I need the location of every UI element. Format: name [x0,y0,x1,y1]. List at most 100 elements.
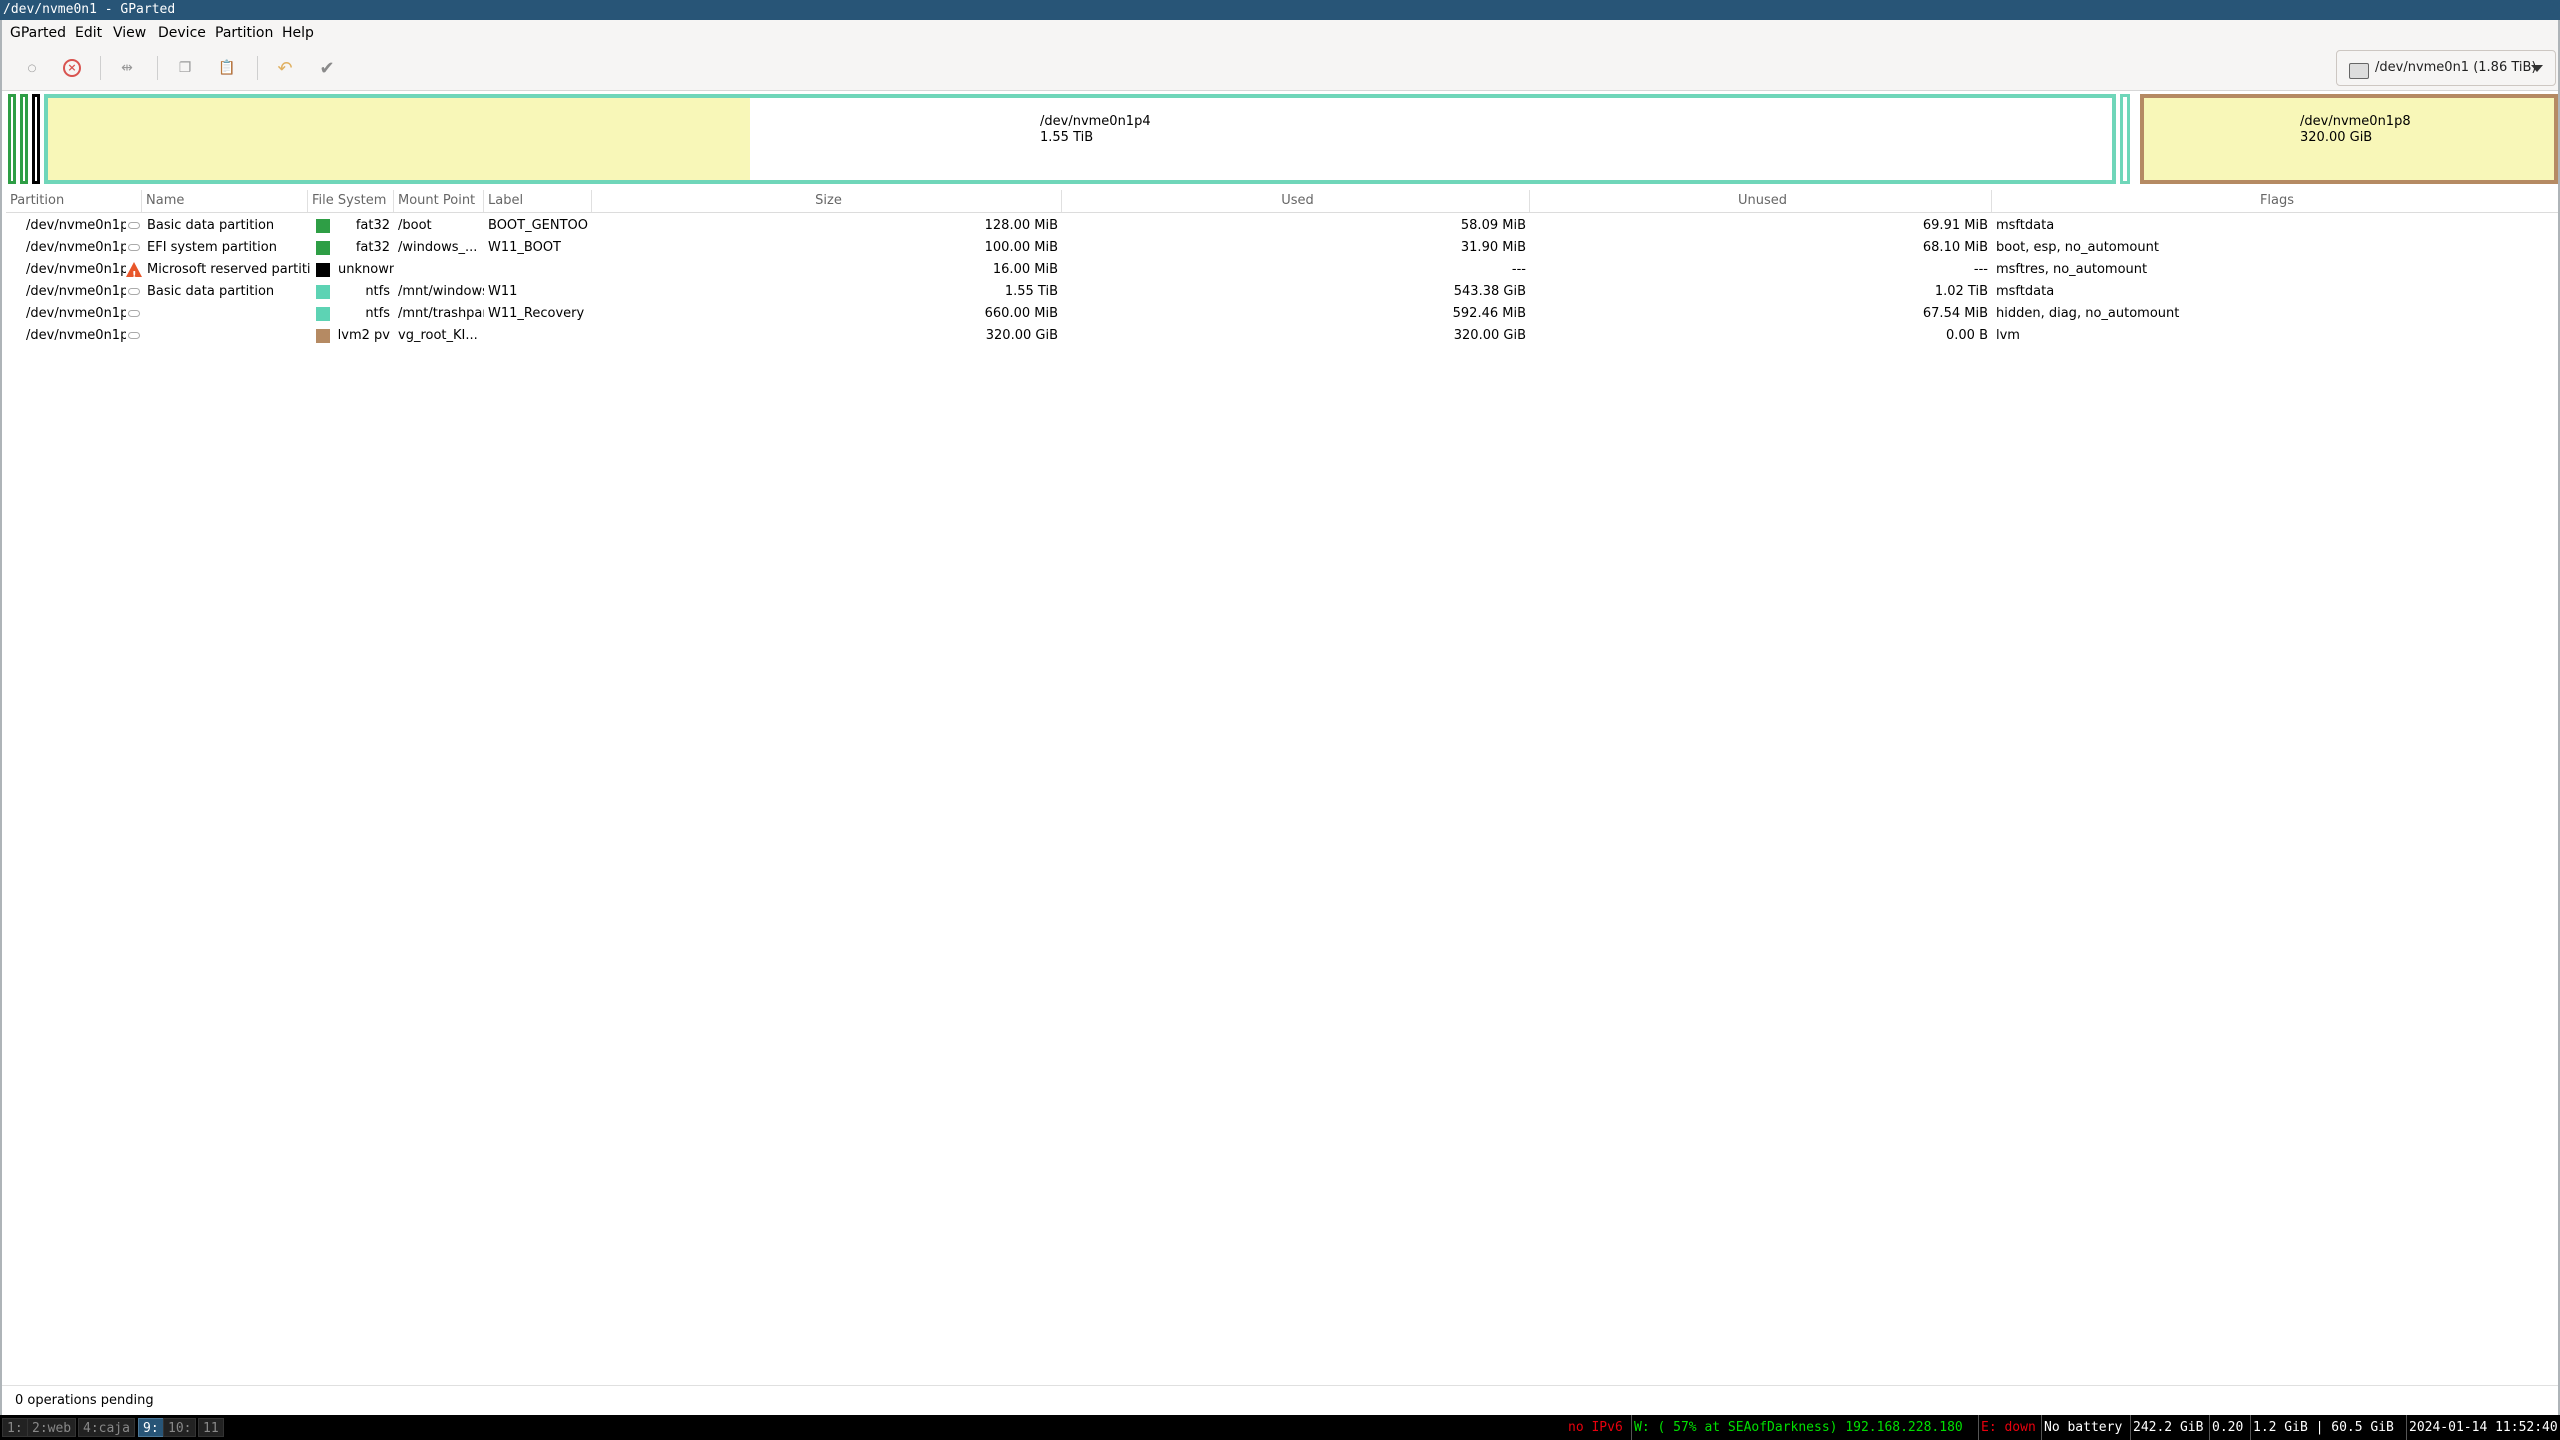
partition-used: 592.46 MiB [1452,306,1526,321]
partition-unused: 68.10 MiB [1922,240,1988,255]
partition-path: /dev/nvme0n1p5 [26,306,126,321]
filesystem-color-swatch [316,263,330,277]
menu-partition[interactable]: Partition [215,20,273,46]
mount-point: /boot [398,218,432,233]
partition-flags: msftres, no_automount [1996,262,2148,277]
partition-used: 320.00 GiB [1453,328,1526,343]
partition-used: 31.90 MiB [1460,240,1526,255]
mount-point: /mnt/windows [398,284,484,299]
diskmap-p5[interactable] [2120,94,2130,184]
partition-used: --- [1511,262,1526,277]
undo-button[interactable]: ↶ [270,54,300,82]
workspace-2[interactable]: 2:web [27,1418,77,1437]
diskmap-p4[interactable]: /dev/nvme0n1p4 1.55 TiB [44,94,2116,184]
partition-unused: 69.91 MiB [1922,218,1988,233]
col-mountpoint[interactable]: Mount Point [394,190,484,212]
datetime-status: 2024-01-14 11:52:40 [2406,1415,2558,1440]
filesystem-color-swatch [316,241,330,255]
battery-status: No battery [2041,1415,2122,1440]
partition-unused: --- [1973,262,1988,277]
load-status: 0.20 [2209,1415,2243,1440]
col-size[interactable]: Size [592,190,1062,212]
resize-move-button[interactable]: ⇹ [112,54,142,82]
partition-flags: boot, esp, no_automount [1996,240,2159,255]
col-filesystem[interactable]: File System [308,190,394,212]
menu-view[interactable]: View [113,20,146,46]
col-used[interactable]: Used [1062,190,1530,212]
toolbar-separator [257,56,258,80]
ipv6-status: no IPv6 [1568,1420,1623,1435]
warning-icon: ! [126,262,142,281]
harddisk-icon [2349,63,2369,79]
key-icon [128,332,140,339]
menu-help[interactable]: Help [282,20,314,46]
paste-button[interactable]: 📋 [212,54,242,82]
filesystem: unknown [338,262,394,277]
apply-button[interactable]: ✔ [312,54,342,82]
partition-name: Basic data partition [147,218,275,233]
col-label[interactable]: Label [484,190,592,212]
partition-size: 1.55 TiB [1004,284,1058,299]
partition-size: 320.00 GiB [985,328,1058,343]
filesystem: ntfs [365,306,390,321]
partition-size: 128.00 MiB [984,218,1058,233]
col-name[interactable]: Name [142,190,308,212]
diskmap-p8-name: /dev/nvme0n1p8 [2300,114,2411,129]
filesystem-color-swatch [316,285,330,299]
partition-path: /dev/nvme0n1p1 [26,218,126,233]
mount-point: /windows_... [398,240,478,255]
disk-status: 242.2 GiB [2130,1415,2203,1440]
menu-gparted[interactable]: GParted [10,20,66,46]
partition-label: W11_Recovery [488,306,585,321]
filesystem-color-swatch [316,219,330,233]
workspace-9[interactable]: 9: [138,1418,164,1437]
diskmap-p4-size: 1.55 TiB [1040,130,1094,145]
ethernet-status: E: down [1978,1415,2036,1440]
diskmap-p3[interactable] [32,94,40,184]
diskmap-p1[interactable] [8,94,16,184]
table-row[interactable]: /dev/nvme0n1p8 lvm2 pv vg_root_KI... 320.00… [6,325,2558,347]
col-flags[interactable]: Flags [1992,190,2558,212]
table-row[interactable]: /dev/nvme0n1p3! Microsoft reserved partit… [6,259,2558,281]
mount-point: vg_root_KI... [398,328,478,343]
partition-path: /dev/nvme0n1p8 [26,328,126,343]
workspace-4[interactable]: 4:caja [78,1418,135,1437]
paste-icon: 📋 [218,60,236,76]
menubar: GParted Edit View Device Partition Help [2,20,2558,46]
filesystem: ntfs [365,284,390,299]
disk-map: /dev/nvme0n1p4 1.55 TiB /dev/nvme0n1p8 3… [6,94,2558,184]
diskmap-p8[interactable]: /dev/nvme0n1p8 320.00 GiB [2140,94,2558,184]
i3-status-bar: 1: 2:web 4:caja 9: 10: 11 no IPv6 W: ( 5… [0,1415,2560,1440]
table-row[interactable]: /dev/nvme0n1p4 Basic data partition ntfs/m… [6,281,2558,303]
copy-button[interactable]: ❐ [170,54,200,82]
partition-unused: 1.02 TiB [1934,284,1988,299]
toolbar-separator [100,56,101,80]
diskmap-p2[interactable] [20,94,28,184]
checkmark-icon: ✔ [319,57,335,79]
menu-device[interactable]: Device [158,20,206,46]
workspace-1[interactable]: 1: [2,1418,28,1437]
gparted-window: GParted Edit View Device Partition Help … [0,20,2560,1416]
workspace-11[interactable]: 11 [198,1418,224,1437]
delete-icon: × [63,59,81,77]
device-selector[interactable]: /dev/nvme0n1 (1.86 TiB) [2336,50,2556,86]
col-partition[interactable]: Partition [6,190,142,212]
window-title-bar: /dev/nvme0n1 - GParted [0,0,2560,20]
undo-icon: ↶ [277,57,293,79]
table-row[interactable]: /dev/nvme0n1p5 ntfs/mnt/trashpart W11_Reco… [6,303,2558,325]
filesystem: fat32 [355,218,390,233]
partition-size: 16.00 MiB [992,262,1058,277]
device-selector-label: /dev/nvme0n1 (1.86 TiB) [2375,60,2537,75]
partition-flags: lvm [1996,328,2020,343]
col-unused[interactable]: Unused [1530,190,1992,212]
new-partition-button[interactable]: ○ [17,54,47,82]
delete-partition-button[interactable]: × [57,54,87,82]
menu-edit[interactable]: Edit [75,20,102,46]
table-row[interactable]: /dev/nvme0n1p2 EFI system partition fat32 /… [6,237,2558,259]
chevron-down-icon [2531,65,2543,72]
workspace-10[interactable]: 10: [163,1418,197,1437]
filesystem-color-swatch [316,329,330,343]
table-row[interactable]: /dev/nvme0n1p1 Basic data partition fat32 /… [6,215,2558,237]
filesystem: lvm2 pv [337,328,390,343]
partition-label: BOOT_GENTOO [488,218,589,233]
